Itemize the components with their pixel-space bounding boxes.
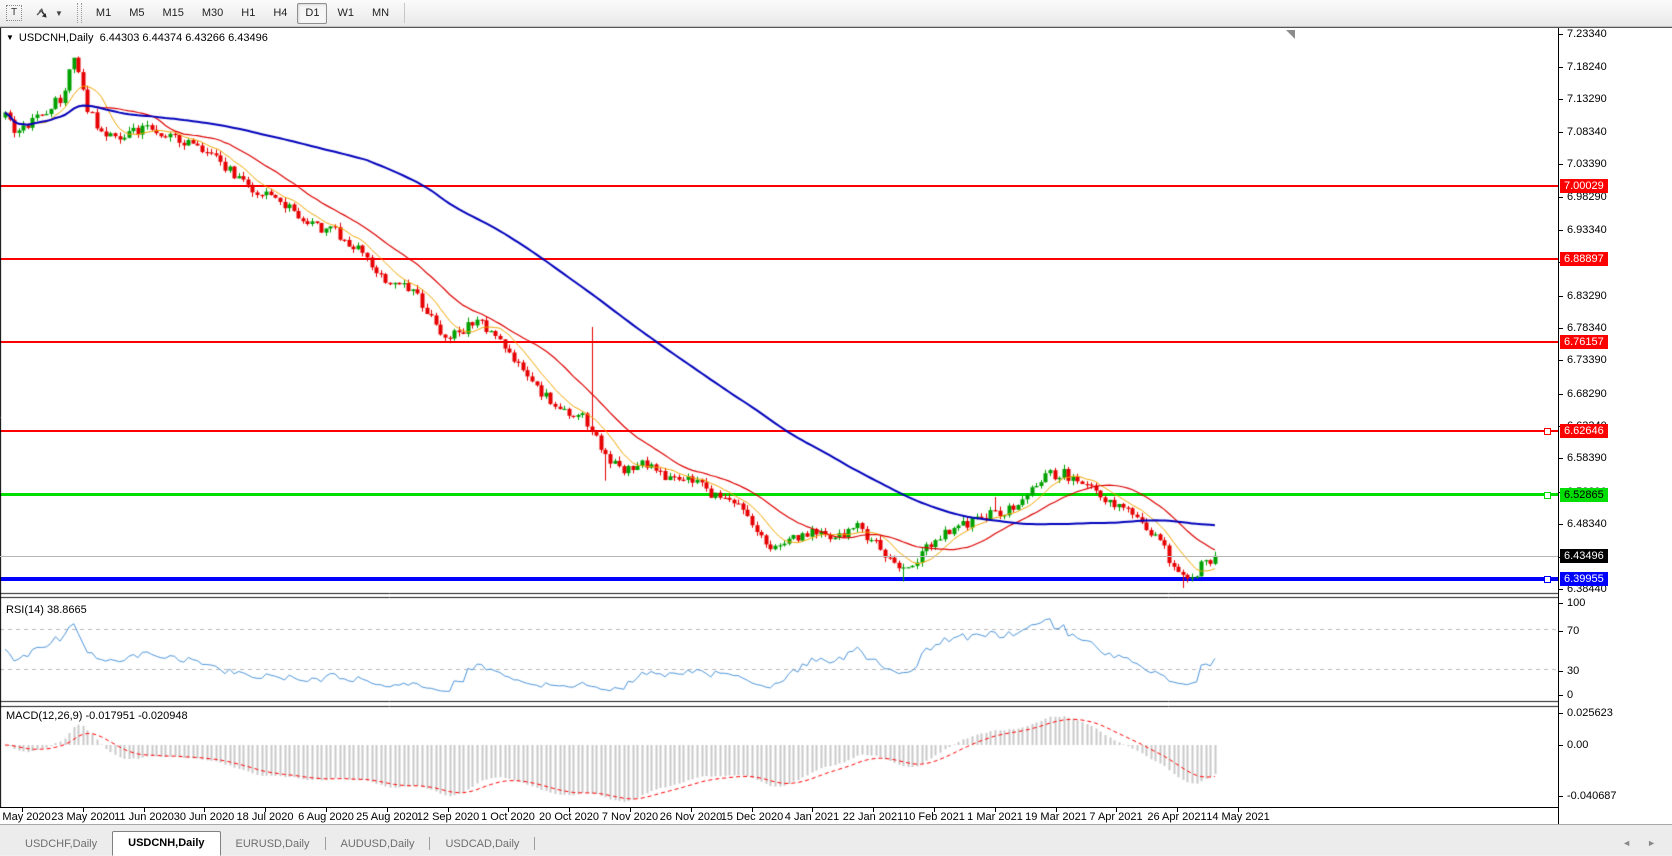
price-tick-label: 6.48340 xyxy=(1559,517,1607,531)
date-tick-label: 10 Feb 2021 xyxy=(903,811,965,823)
date-tick-label: 7 Apr 2021 xyxy=(1089,811,1142,823)
macd-tick-label: -0.040687 xyxy=(1559,789,1617,803)
chart-tab-usdcad[interactable]: USDCAD,Daily xyxy=(430,834,534,855)
timeframe-button-mn[interactable]: MN xyxy=(364,3,397,24)
support-line-green-price-label: 6.52865 xyxy=(1560,488,1608,502)
timeframe-button-m1[interactable]: M1 xyxy=(88,3,119,24)
resistance-line-4-price-label: 6.62646 xyxy=(1560,424,1608,438)
date-tick-label: 23 May 2020 xyxy=(51,811,115,823)
price-tick-label: 7.23340 xyxy=(1559,27,1607,41)
price-tick-label: 6.83290 xyxy=(1559,289,1607,303)
date-tick-label: 15 Dec 2020 xyxy=(721,811,783,823)
support-line-blue-price-label: 6.39955 xyxy=(1560,572,1608,586)
timeframe-button-m30[interactable]: M30 xyxy=(194,3,231,24)
rsi-indicator-label: RSI(14) 38.8665 xyxy=(6,604,87,616)
rsi-tick-label: 100 xyxy=(1559,596,1585,610)
chart-tab-bar: USDCHF,DailyUSDCNH,DailyEURUSD,DailyAUDU… xyxy=(0,824,1672,855)
macd-tick-label: 0.025623 xyxy=(1559,706,1613,720)
timeframe-button-group: M1M5M15M30H1H4D1W1MN xyxy=(87,3,398,24)
price-tick-label: 6.68290 xyxy=(1559,387,1607,401)
price-tick-label: 7.03390 xyxy=(1559,157,1607,171)
timeframe-button-h4[interactable]: H4 xyxy=(265,3,295,24)
chart-shift-marker-icon[interactable] xyxy=(1286,30,1295,39)
date-tick-label: 14 May 2021 xyxy=(1206,811,1270,823)
resistance-line-3-price-label: 6.76157 xyxy=(1560,335,1608,349)
date-tick-label: 18 Jul 2020 xyxy=(237,811,294,823)
toolbar-grip xyxy=(77,3,82,23)
macd-indicator-label: MACD(12,26,9) -0.017951 -0.020948 xyxy=(6,710,188,722)
arrows-tool-icon xyxy=(34,6,50,20)
date-tick-label: 26 Apr 2021 xyxy=(1147,811,1206,823)
chart-ohlc-values: 6.44303 6.44374 6.43266 6.43496 xyxy=(100,32,268,44)
date-tick-label: 1 Mar 2021 xyxy=(967,811,1023,823)
text-tool-button[interactable]: T xyxy=(2,2,26,24)
price-tick-label: 7.08340 xyxy=(1559,125,1607,139)
chart-tab-eurusd[interactable]: EURUSD,Daily xyxy=(221,834,325,855)
macd-tick-label: 0.00 xyxy=(1559,738,1588,752)
price-tick-label: 6.93340 xyxy=(1559,223,1607,237)
resistance-line-1-price-label: 7.00029 xyxy=(1560,179,1608,193)
price-tick-label: 6.78340 xyxy=(1559,321,1607,335)
chart-expand-icon[interactable]: ▼ xyxy=(6,33,14,42)
date-tick-label: 26 Nov 2020 xyxy=(660,811,722,823)
date-tick-label: 19 Mar 2021 xyxy=(1025,811,1087,823)
price-tick-label: 7.18240 xyxy=(1559,60,1607,74)
date-tick-label: 7 Nov 2020 xyxy=(602,811,658,823)
date-tick-label: 25 Aug 2020 xyxy=(356,811,418,823)
tab-separator xyxy=(534,837,535,850)
text-tool-icon: T xyxy=(6,5,22,21)
resistance-line-2-price-label: 6.88897 xyxy=(1560,252,1608,266)
chart-tabs: USDCHF,DailyUSDCNH,DailyEURUSD,DailyAUDU… xyxy=(10,831,535,855)
date-tick-label: 12 Sep 2020 xyxy=(417,811,479,823)
rsi-tick-label: 30 xyxy=(1559,664,1579,678)
timeframe-button-d1[interactable]: D1 xyxy=(297,3,327,24)
rsi-tick-label: 70 xyxy=(1559,624,1579,638)
date-tick-label: 1 Oct 2020 xyxy=(481,811,535,823)
arrows-tool-button[interactable]: ▼ xyxy=(30,2,67,24)
price-tick-label: 6.73390 xyxy=(1559,353,1607,367)
mt4-terminal: { "toolbar": { "text_tool_label": "T", "… xyxy=(0,0,1672,854)
current-price-line xyxy=(0,556,1558,557)
chart-tab-audusd[interactable]: AUDUSD,Daily xyxy=(326,834,430,855)
chart-plot-area: ▼ USDCNH,Daily 6.44303 6.44374 6.43266 6.… xyxy=(0,28,1558,807)
chart-symbol-label: USDCNH,Daily xyxy=(19,32,94,44)
top-toolbar: T ▼ M1M5M15M30H1H4D1W1MN xyxy=(0,0,1672,27)
toolbar-separator xyxy=(404,3,405,23)
timeframe-button-m15[interactable]: M15 xyxy=(154,3,191,24)
date-tick-label: 11 Jun 2020 xyxy=(114,811,174,823)
date-tick-label: 30 Jun 2020 xyxy=(174,811,235,823)
date-tick-label: 6 Aug 2020 xyxy=(298,811,354,823)
price-tick-label: 7.13290 xyxy=(1559,92,1607,106)
price-tick-label: 6.58390 xyxy=(1559,451,1607,465)
tab-scroll-arrows: ◄ ► xyxy=(1622,839,1656,848)
date-tick-label: 20 Oct 2020 xyxy=(539,811,599,823)
chart-title: ▼ USDCNH,Daily 6.44303 6.44374 6.43266 6.… xyxy=(6,32,268,44)
timeframe-button-m5[interactable]: M5 xyxy=(121,3,152,24)
dropdown-caret-icon: ▼ xyxy=(55,9,63,18)
tab-scroll-left-icon[interactable]: ◄ xyxy=(1622,839,1631,848)
timeframe-button-h1[interactable]: H1 xyxy=(233,3,263,24)
rsi-tick-label: 0 xyxy=(1559,688,1573,702)
price-chart-canvas[interactable] xyxy=(0,28,1558,807)
date-tick-label: 5 May 2020 xyxy=(0,811,51,823)
date-tick-label: 22 Jan 2021 xyxy=(843,811,904,823)
chart-window: ▼ USDCNH,Daily 6.44303 6.44374 6.43266 6.… xyxy=(0,27,1672,825)
tab-scroll-right-icon[interactable]: ► xyxy=(1647,839,1656,848)
date-tick-label: 4 Jan 2021 xyxy=(785,811,839,823)
price-axis[interactable]: 7.233407.182407.132907.083407.033906.982… xyxy=(1558,28,1672,825)
current-price-label: 6.43496 xyxy=(1560,549,1608,563)
chart-tab-usdchf[interactable]: USDCHF,Daily xyxy=(10,834,112,855)
timeframe-button-w1[interactable]: W1 xyxy=(329,3,362,24)
chart-tab-usdcnh[interactable]: USDCNH,Daily xyxy=(112,831,220,856)
